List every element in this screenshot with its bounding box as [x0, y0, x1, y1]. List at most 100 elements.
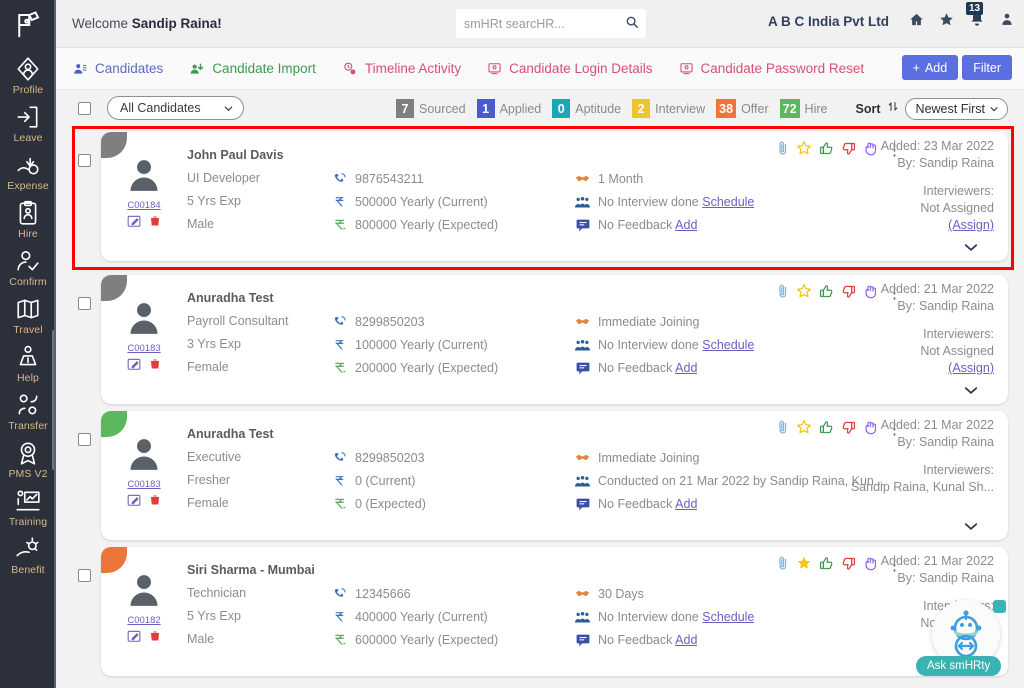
add-button[interactable]: + Add: [902, 55, 959, 80]
candidate-id-link[interactable]: C00183: [127, 479, 160, 490]
sidebar-item-training[interactable]: Training: [0, 482, 56, 530]
candidate-card[interactable]: C00182Siri Sharma - MumbaiTechnician5 Yr…: [101, 547, 1008, 676]
candidate-card[interactable]: C00184John Paul DavisUI Developer5 Yrs E…: [101, 132, 1008, 261]
stat-aptitude[interactable]: 0Aptitude: [552, 99, 621, 118]
stat-applied[interactable]: 1Applied: [477, 99, 542, 118]
search-input[interactable]: [464, 17, 625, 31]
add-feedback-link[interactable]: Add: [675, 497, 697, 511]
stat-interview[interactable]: 2Interview: [632, 99, 705, 118]
delete-icon[interactable]: [149, 629, 161, 648]
candidate-expected-ctc: 200000 Yearly (Expected): [355, 361, 498, 375]
sort-select[interactable]: Newest First: [905, 98, 1008, 120]
table-row: C00182Siri Sharma - MumbaiTechnician5 Yr…: [78, 547, 1008, 676]
stat-offer[interactable]: 38Offer: [716, 99, 768, 118]
add-button-label: Add: [925, 61, 947, 75]
thumbs-up-icon[interactable]: [819, 556, 834, 576]
candidate-interview-status: No Interview done: [598, 610, 699, 624]
candidate-list: C00184John Paul DavisUI Developer5 Yrs E…: [56, 126, 1024, 688]
candidate-id-link[interactable]: C00182: [127, 615, 160, 626]
candidate-id-link[interactable]: C00183: [127, 343, 160, 354]
select-all-checkbox[interactable]: [78, 102, 91, 115]
edit-icon[interactable]: [127, 493, 141, 512]
schedule-interview-link[interactable]: Schedule: [702, 610, 754, 624]
home-icon[interactable]: [909, 12, 924, 27]
global-search[interactable]: [456, 9, 646, 38]
filter-button[interactable]: Filter: [962, 55, 1012, 80]
thumbs-up-icon[interactable]: [819, 141, 834, 161]
app-logo[interactable]: [0, 0, 56, 50]
edit-icon[interactable]: [127, 629, 141, 648]
candidate-checkbox[interactable]: [78, 297, 91, 310]
sidebar-item-expense[interactable]: Expense: [0, 146, 56, 194]
stat-sourced[interactable]: 7Sourced: [396, 99, 466, 118]
notifications-bell[interactable]: 13: [969, 11, 985, 27]
add-feedback-link[interactable]: Add: [675, 218, 697, 232]
star-icon[interactable]: [796, 419, 812, 440]
sidebar-item-transfer[interactable]: Transfer: [0, 386, 56, 434]
nav-item-timeline-activity[interactable]: Timeline Activity: [342, 61, 461, 76]
candidate-checkbox[interactable]: [78, 569, 91, 582]
user-icon[interactable]: [1000, 12, 1014, 26]
candidate-added-date: Added: 23 Mar 2022: [844, 138, 994, 155]
delete-icon[interactable]: [149, 214, 161, 233]
award-ribbon-icon: [15, 440, 41, 466]
schedule-interview-link[interactable]: Schedule: [702, 338, 754, 352]
star-icon[interactable]: [796, 555, 812, 576]
paperclip-icon[interactable]: [777, 140, 789, 161]
interviewers-label: Interviewers:: [844, 326, 994, 343]
nav-item-candidate-password-reset[interactable]: Candidate Password Reset: [679, 61, 865, 76]
hand-sparkle-icon: [15, 536, 41, 562]
paperclip-icon[interactable]: [777, 555, 789, 576]
thumbs-up-icon[interactable]: [819, 284, 834, 304]
sidebar-item-benefit[interactable]: Benefit: [0, 530, 56, 578]
candidate-type-dropdown[interactable]: All Candidates: [107, 96, 244, 120]
sidebar-item-confirm[interactable]: Confirm: [0, 242, 56, 290]
delete-icon[interactable]: [149, 493, 161, 512]
sidebar-item-pms-v2[interactable]: PMS V2: [0, 434, 56, 482]
sidebar-item-help[interactable]: Help: [0, 338, 56, 386]
edit-icon[interactable]: [127, 214, 141, 233]
nav-item-candidates[interactable]: Candidates: [72, 61, 163, 76]
sort-label: Sort: [856, 102, 881, 116]
add-feedback-link[interactable]: Add: [675, 633, 697, 647]
avatar-icon: [125, 299, 163, 342]
sidebar-item-leave[interactable]: Leave: [0, 98, 56, 146]
stat-hire[interactable]: 72Hire: [780, 99, 828, 118]
delete-icon[interactable]: [149, 357, 161, 376]
star-icon[interactable]: [796, 140, 812, 161]
sidebar-item-travel[interactable]: Travel: [0, 290, 56, 338]
thumbs-up-icon[interactable]: [819, 420, 834, 440]
assign-interviewers-link[interactable]: (Assign): [948, 218, 994, 232]
candidate-checkbox[interactable]: [78, 154, 91, 167]
candidate-checkbox[interactable]: [78, 433, 91, 446]
paperclip-icon[interactable]: [777, 419, 789, 440]
chevron-down-icon[interactable]: [964, 240, 978, 255]
add-feedback-link[interactable]: Add: [675, 361, 697, 375]
candidate-name: Anuradha Test: [187, 291, 332, 305]
nav-item-candidate-import[interactable]: Candidate Import: [189, 61, 316, 76]
candidate-card[interactable]: C00183Anuradha TestPayroll Consultant3 Y…: [101, 275, 1008, 404]
candidate-card[interactable]: C00183Anuradha TestExecutiveFresherFemal…: [101, 411, 1008, 540]
nav-item-label: Candidates: [95, 61, 163, 76]
candidate-phone: 9876543211: [355, 172, 424, 186]
candidate-id-link[interactable]: C00184: [127, 200, 160, 211]
chatbot-badge: [993, 600, 1006, 613]
candidate-gender: Male: [187, 217, 332, 231]
schedule-interview-link[interactable]: Schedule: [702, 195, 754, 209]
sidebar-item-label: Transfer: [8, 420, 48, 432]
sort-arrows-icon[interactable]: [887, 100, 899, 118]
chevron-down-icon[interactable]: [964, 383, 978, 398]
welcome-username: Sandip Raina!: [132, 16, 222, 31]
chevron-down-icon[interactable]: [964, 519, 978, 534]
chatbot-launcher[interactable]: Ask smHRty: [932, 600, 1006, 674]
search-icon[interactable]: [625, 15, 639, 32]
star-icon[interactable]: [939, 12, 954, 27]
nav-item-candidate-login-details[interactable]: Candidate Login Details: [487, 61, 652, 76]
edit-icon[interactable]: [127, 357, 141, 376]
paperclip-icon[interactable]: [777, 283, 789, 304]
stat-label: Interview: [655, 102, 705, 116]
star-icon[interactable]: [796, 283, 812, 304]
sidebar-item-hire[interactable]: Hire: [0, 194, 56, 242]
sidebar-item-profile[interactable]: Profile: [0, 50, 56, 98]
assign-interviewers-link[interactable]: (Assign): [948, 361, 994, 375]
